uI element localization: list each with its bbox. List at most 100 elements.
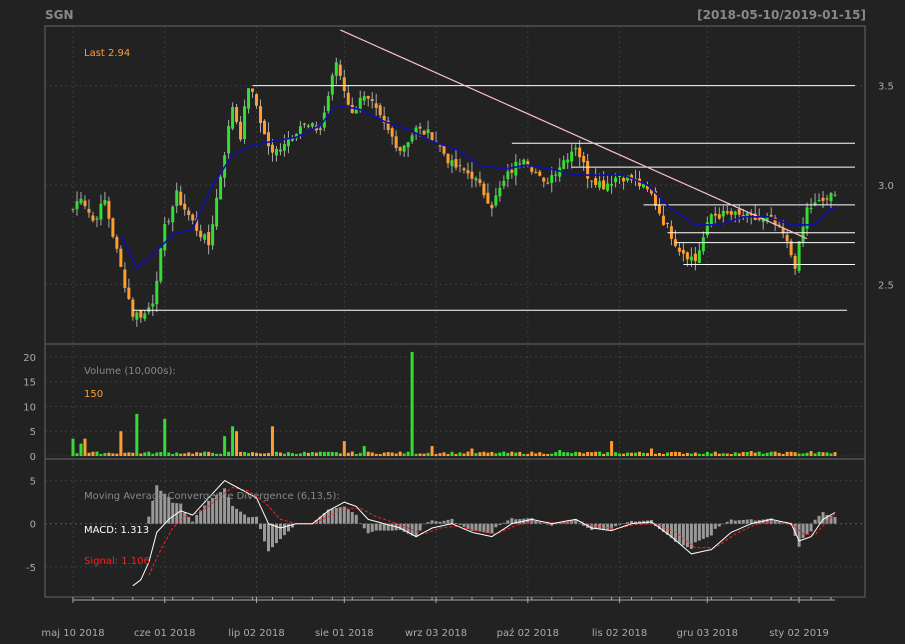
volume-bar xyxy=(737,453,741,456)
macd-value-label: MACD: 1.313 xyxy=(84,525,149,536)
macd-histogram-bar xyxy=(622,523,626,525)
candle-body xyxy=(729,211,733,215)
candle-body xyxy=(79,198,83,204)
candle-body xyxy=(721,210,725,217)
candle-body xyxy=(207,231,211,246)
candle-body xyxy=(661,215,665,225)
volume-bar xyxy=(107,452,111,456)
volume-bar xyxy=(243,451,247,456)
x-tick-label: lip 02 2018 xyxy=(228,628,284,639)
candle-body xyxy=(733,211,737,215)
macd-histogram-bar xyxy=(833,517,837,524)
candle-body xyxy=(458,165,462,167)
candle-body xyxy=(366,95,370,99)
macd-histogram-bar xyxy=(677,523,681,544)
candle-body xyxy=(410,135,414,142)
volume-bar xyxy=(773,451,777,456)
volume-bar xyxy=(438,453,442,456)
candle-body xyxy=(610,183,614,186)
candle-body xyxy=(606,183,610,191)
macd-histogram-bar xyxy=(231,505,235,524)
candle-body xyxy=(490,204,494,209)
macd-histogram-bar xyxy=(733,520,737,524)
macd-histogram-bar xyxy=(247,517,251,524)
candle-body xyxy=(426,129,430,134)
volume-bar xyxy=(310,451,314,456)
macd-histogram-bar xyxy=(598,523,602,530)
macd-histogram-bar xyxy=(430,520,434,524)
volume-bar xyxy=(705,451,709,456)
candle-body xyxy=(677,247,681,252)
candle-body xyxy=(394,136,398,148)
macd-histogram-bar xyxy=(330,508,334,524)
candle-body xyxy=(278,149,282,152)
volume-bar xyxy=(642,452,646,456)
volume-bar xyxy=(414,453,418,456)
volume-bar xyxy=(282,453,286,456)
candle-body xyxy=(255,94,259,106)
candle-body xyxy=(354,109,358,114)
volume-bar xyxy=(669,452,673,456)
macd-histogram-bar xyxy=(685,523,689,548)
macd-histogram-bar xyxy=(446,519,450,524)
candle-body xyxy=(693,253,697,262)
candle-body xyxy=(338,64,342,76)
macd-histogram-bar xyxy=(207,500,211,524)
volume-bar xyxy=(590,452,594,456)
candle-body xyxy=(701,237,705,252)
volume-bar xyxy=(793,452,797,456)
volume-bar xyxy=(139,453,143,456)
macd-histogram-bar xyxy=(502,522,506,524)
volume-bar xyxy=(602,453,606,456)
macd-histogram-bar xyxy=(354,514,358,524)
volume-bar xyxy=(259,453,263,456)
volume-bar xyxy=(546,453,550,456)
volume-bar xyxy=(661,453,665,456)
volume-bar xyxy=(709,453,713,456)
volume-bar xyxy=(594,451,598,456)
volume-bar xyxy=(649,448,653,456)
candle-body xyxy=(119,248,123,267)
volume-bar xyxy=(442,452,446,456)
macd-histogram-bar xyxy=(259,523,263,530)
volume-bar xyxy=(494,453,498,456)
candle-body xyxy=(99,203,103,220)
volume-bar xyxy=(446,453,450,456)
chart-background xyxy=(0,0,905,644)
volume-bar xyxy=(418,453,422,456)
macd-histogram-bar xyxy=(179,503,183,524)
macd-histogram-bar xyxy=(438,521,442,524)
macd-tick-label: -5 xyxy=(26,563,36,574)
volume-bar xyxy=(482,451,486,456)
candle-body xyxy=(546,182,550,184)
candle-body xyxy=(91,215,95,221)
macd-histogram-bar xyxy=(278,523,282,539)
macd-histogram-bar xyxy=(729,519,733,524)
volume-bar xyxy=(374,453,378,456)
macd-histogram-bar xyxy=(781,523,785,524)
candle-body xyxy=(107,200,111,219)
candle-body xyxy=(566,159,570,163)
volume-bar xyxy=(681,453,685,456)
price-tick-label: 2.5 xyxy=(878,280,894,291)
candle-body xyxy=(709,214,713,225)
volume-bar xyxy=(490,451,494,456)
candle-body xyxy=(542,177,546,182)
candle-body xyxy=(502,180,506,187)
volume-bar xyxy=(366,451,370,456)
volume-bar xyxy=(103,452,107,456)
candle-body xyxy=(274,149,278,156)
macd-histogram-bar xyxy=(498,523,502,526)
volume-bar xyxy=(638,451,642,456)
macd-histogram-bar xyxy=(251,516,255,524)
volume-tick-label: 15 xyxy=(23,378,36,389)
candle-body xyxy=(326,96,330,112)
candle-body xyxy=(622,177,626,182)
volume-bar xyxy=(207,451,211,456)
volume-bar xyxy=(474,453,478,456)
candle-body xyxy=(219,176,223,200)
candle-body xyxy=(247,88,251,109)
macd-histogram-bar xyxy=(374,523,378,531)
macd-histogram-bar xyxy=(777,522,781,524)
candle-body xyxy=(227,125,231,154)
